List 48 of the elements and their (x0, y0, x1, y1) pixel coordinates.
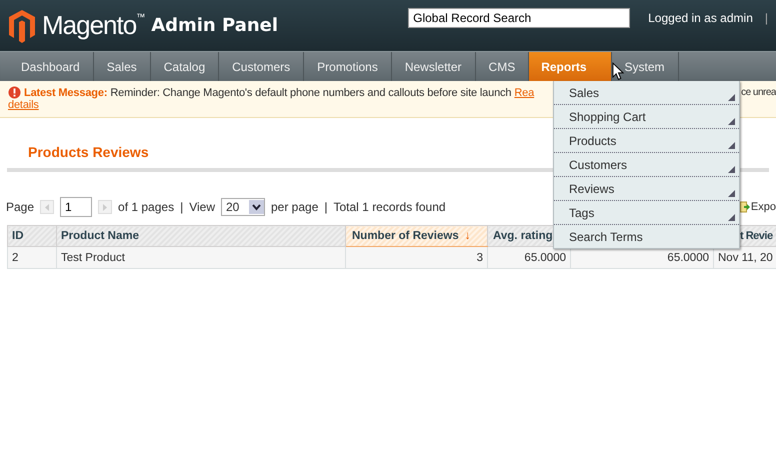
export-icon (740, 201, 750, 213)
menu-item[interactable]: Products (554, 129, 739, 153)
view-label: View (189, 200, 215, 214)
export-link[interactable]: Expo (740, 201, 776, 213)
menu-item[interactable]: Tags (554, 201, 739, 225)
page-number-field[interactable]: 1 (60, 197, 92, 217)
column-header[interactable]: Product Name (56, 226, 346, 246)
right-arrow-icon (102, 204, 108, 210)
alert-icon (8, 86, 21, 99)
column-header[interactable]: Number of Reviews ↓ (346, 226, 488, 246)
message-text: Reminder: Change Magento's default phone numbers and callouts before site launch (110, 86, 512, 98)
submenu-corner-icon (728, 166, 735, 173)
menu-item[interactable]: Customers (554, 153, 739, 177)
submenu-corner-icon (728, 118, 735, 125)
per-page-select[interactable]: 20 (221, 198, 265, 216)
previous-page-button[interactable] (40, 200, 54, 214)
menu-item[interactable]: Sales (554, 81, 739, 105)
logo-icon (8, 8, 36, 42)
separator-text: | (180, 200, 184, 214)
message-label: Latest Message: (24, 86, 108, 98)
page-title: Products Reviews (28, 144, 149, 160)
left-arrow-icon (44, 204, 50, 210)
table-cell: Test Product (56, 246, 346, 268)
page-label: Page (6, 200, 34, 214)
brand-name: Magento (42, 10, 136, 41)
submenu-corner-icon (728, 94, 735, 101)
separator-text: | (324, 200, 328, 214)
global-search-field[interactable]: Global Record Search (408, 8, 630, 28)
logged-in-text: Logged in as admin (648, 11, 753, 25)
records-count-text: Total 1 records found (334, 200, 446, 214)
message-tail-text: ce unrea (741, 87, 776, 98)
trademark-sign: ™ (136, 12, 146, 22)
page-count-text: of 1 pages (118, 200, 174, 214)
submenu-corner-icon (728, 142, 735, 149)
submenu-corner-icon (728, 214, 735, 221)
menu-item[interactable]: Shopping Cart (554, 105, 739, 129)
mouse-pointer-icon (612, 62, 624, 81)
table-cell: 2 (8, 246, 56, 268)
column-header[interactable]: ID (8, 226, 56, 246)
separator-text: | (764, 11, 768, 25)
table-cell: 3 (346, 246, 488, 268)
table-cell: 65.0000 (488, 246, 570, 268)
per-page-label: per page (271, 200, 318, 214)
menu-item[interactable]: Reviews (554, 177, 739, 201)
next-page-button[interactable] (98, 200, 112, 214)
table-cell: Nov 11, 20 (714, 246, 776, 268)
product-name: Admin Panel (151, 15, 278, 36)
submenu-corner-icon (728, 190, 735, 197)
